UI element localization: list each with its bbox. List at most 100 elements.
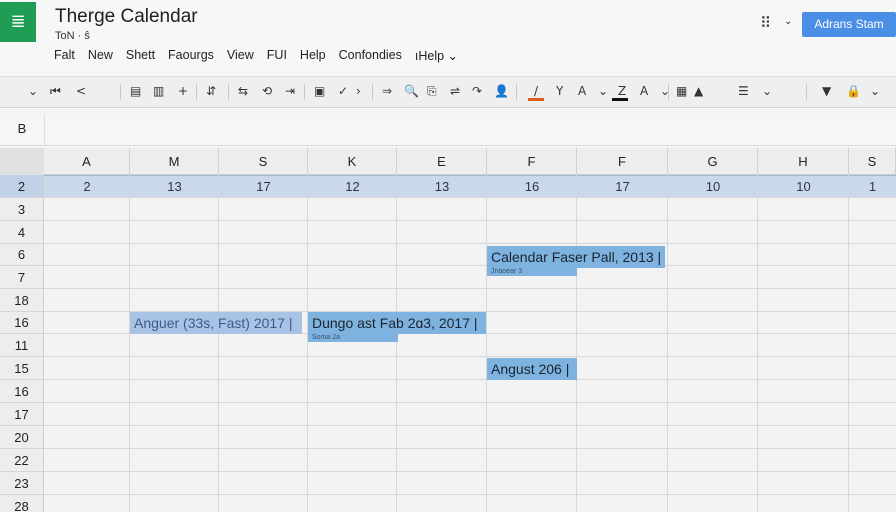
menu-item-help[interactable]: Help bbox=[300, 48, 326, 66]
grid-line bbox=[396, 175, 397, 512]
row-header[interactable]: 3 bbox=[0, 198, 44, 221]
grid-line bbox=[44, 494, 896, 495]
apps-grid-icon[interactable]: ⠿ bbox=[760, 14, 771, 32]
columns-icon[interactable]: ▥ bbox=[153, 82, 164, 100]
dropdown-icon[interactable]: ⌄ bbox=[598, 82, 608, 100]
menu-item-conditions[interactable]: Confondies bbox=[339, 48, 402, 66]
column-header[interactable]: K bbox=[308, 148, 397, 175]
user-icon[interactable]: 👤 bbox=[494, 82, 509, 100]
column-header[interactable]: F bbox=[487, 148, 577, 175]
merge-icon[interactable]: Y bbox=[556, 82, 563, 100]
row-header[interactable]: 11 bbox=[0, 334, 44, 357]
date-cell[interactable]: 13 bbox=[130, 175, 219, 198]
row-header[interactable]: 16 bbox=[0, 380, 44, 403]
row-header[interactable]: 7 bbox=[0, 266, 44, 289]
menu-item-full[interactable]: FUI bbox=[267, 48, 287, 66]
comment-icon[interactable]: ⇒ bbox=[382, 82, 392, 100]
text-color-swatch bbox=[528, 98, 544, 101]
column-header[interactable]: S bbox=[219, 148, 308, 175]
fill-color-icon[interactable]: A bbox=[578, 82, 586, 100]
grid-line bbox=[44, 379, 896, 380]
date-cell[interactable]: 13 bbox=[397, 175, 487, 198]
redo-alt-icon[interactable]: ↷ bbox=[472, 82, 482, 100]
date-cell[interactable]: 17 bbox=[219, 175, 308, 198]
date-cell[interactable]: 10 bbox=[758, 175, 849, 198]
grid-line bbox=[848, 175, 849, 512]
column-header[interactable]: M bbox=[130, 148, 219, 175]
calendar-event[interactable]: Dungo ast Fab 2ɑ3, 2017 | bbox=[308, 312, 486, 334]
title-bar: ≣ Therge Calendar ToN · ŝ Falt New Shett… bbox=[0, 0, 896, 76]
account-button[interactable]: Adrans Stam bbox=[802, 12, 896, 37]
grid-line bbox=[44, 356, 896, 357]
grid-line bbox=[667, 175, 668, 512]
grid-icon[interactable]: ▦ bbox=[676, 82, 687, 100]
column-header[interactable]: F bbox=[577, 148, 668, 175]
column-header[interactable]: G bbox=[668, 148, 758, 175]
lock-icon[interactable]: 🔒 bbox=[846, 82, 861, 100]
format-paint-icon[interactable]: ⇆ bbox=[238, 82, 248, 100]
dropdown3-icon[interactable]: ⌄ bbox=[762, 82, 772, 100]
date-cell[interactable]: 12 bbox=[308, 175, 397, 198]
check-icon[interactable]: ✓ bbox=[338, 82, 348, 100]
menu-item-file[interactable]: Falt bbox=[54, 48, 75, 66]
toolbar-divider bbox=[196, 84, 197, 100]
date-cell[interactable]: 2 bbox=[44, 175, 130, 198]
row-header[interactable]: 4 bbox=[0, 221, 44, 244]
row-header[interactable]: 15 bbox=[0, 357, 44, 380]
chevron-down-icon[interactable]: ⌄ bbox=[784, 16, 792, 27]
row-header[interactable]: 22 bbox=[0, 449, 44, 472]
row-header[interactable]: 23 bbox=[0, 472, 44, 495]
menu-item-new[interactable]: New bbox=[88, 48, 113, 66]
row-header[interactable]: 16 bbox=[0, 312, 44, 334]
redo-icon[interactable]: ⇥ bbox=[285, 82, 295, 100]
table-icon[interactable]: ▣ bbox=[314, 82, 325, 100]
highlight-icon[interactable]: ⎘ bbox=[427, 82, 437, 100]
grid-line bbox=[44, 220, 896, 221]
column-header[interactable]: S bbox=[849, 148, 896, 175]
add-icon[interactable]: + bbox=[178, 82, 188, 100]
menu-item-sheet[interactable]: Shett bbox=[126, 48, 155, 66]
sheets-logo-icon[interactable]: ≣ bbox=[0, 2, 36, 42]
date-cell[interactable]: 10 bbox=[668, 175, 758, 198]
name-box[interactable]: B bbox=[0, 115, 45, 145]
search-icon[interactable]: 🔍 bbox=[404, 82, 419, 100]
document-title[interactable]: Therge Calendar bbox=[55, 6, 198, 28]
back-icon[interactable]: < bbox=[76, 82, 86, 100]
down-triangle-icon[interactable]: ▼ bbox=[822, 82, 831, 100]
list-icon[interactable]: ☰ bbox=[738, 82, 749, 100]
grid-line bbox=[307, 175, 308, 512]
toolbar-divider bbox=[806, 84, 807, 100]
spreadsheet-grid[interactable]: A M S K E F F G H S 2 3 4 6 7 18 16 11 15 16 17 20 22 23 28 2 13 17… bbox=[0, 148, 896, 512]
row-header[interactable]: 2 bbox=[0, 175, 44, 198]
menu-item-view[interactable]: View bbox=[227, 48, 254, 66]
row-header[interactable]: 20 bbox=[0, 426, 44, 449]
row-header[interactable]: 17 bbox=[0, 403, 44, 426]
calendar-event[interactable]: Angust 206 | bbox=[487, 358, 577, 380]
print-icon[interactable]: ▤ bbox=[130, 82, 141, 100]
swap-icon[interactable]: ⇌ bbox=[450, 82, 460, 100]
filter-icon[interactable]: ⇵ bbox=[206, 82, 216, 100]
arrow-icon[interactable]: › bbox=[356, 82, 361, 100]
column-header[interactable]: A bbox=[44, 148, 130, 175]
date-cell[interactable]: 1 bbox=[849, 175, 896, 198]
calendar-event[interactable]: Anguer (33s, Fast) 2017 | bbox=[130, 312, 302, 334]
date-cell[interactable]: 16 bbox=[487, 175, 577, 198]
calendar-event-subtitle: Soma 2a bbox=[308, 334, 398, 342]
date-cell[interactable]: 17 bbox=[577, 175, 668, 198]
chevron-down-icon[interactable]: ⌄ bbox=[28, 82, 38, 100]
column-header[interactable]: H bbox=[758, 148, 849, 175]
toolbar: ⌄ ⏮ < ▤ ▥ + ⇵ ⇆ ⟲ ⇥ ▣ ✓ › ⇒ 🔍 ⎘ ⇌ ↷ 👤 / Y A ⌄ Z A ⌄ ▦ ▲ ☰ ⌄ ▼ 🔒 ⌄ bbox=[0, 76, 896, 108]
row-header[interactable]: 18 bbox=[0, 289, 44, 312]
row-header[interactable]: 6 bbox=[0, 244, 44, 266]
calendar-event[interactable]: Calendar Faser Pall, 2013 | bbox=[487, 246, 665, 268]
triangle-icon[interactable]: ▲ bbox=[694, 82, 703, 100]
column-header[interactable]: E bbox=[397, 148, 487, 175]
select-all-corner[interactable] bbox=[0, 148, 45, 176]
dropdown4-icon[interactable]: ⌄ bbox=[870, 82, 880, 100]
menu-item-help-dropdown[interactable]: ıHelp ⌄ bbox=[415, 48, 458, 66]
font-color-icon[interactable]: A bbox=[640, 82, 648, 100]
link-icon[interactable]: ⟲ bbox=[262, 82, 272, 100]
menu-item-format[interactable]: Faourgs bbox=[168, 48, 214, 66]
row-header[interactable]: 28 bbox=[0, 495, 44, 512]
undo-icon[interactable]: ⏮ bbox=[50, 82, 61, 100]
